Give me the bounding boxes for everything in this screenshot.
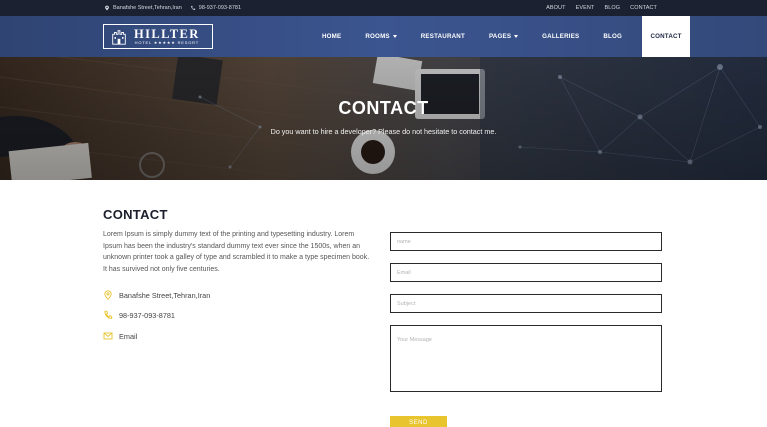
phone-icon [190,5,195,10]
send-button[interactable]: SEND [390,416,447,427]
castle-logo-icon [112,29,126,45]
caret-down-icon [514,35,519,38]
top-phone-text: 98-937-093-8781 [198,5,241,11]
envelope-icon [103,332,113,340]
top-link-event[interactable]: EVENT [576,5,595,11]
location-pin-icon [105,5,109,11]
nav-item-galleries[interactable]: GALLERIES [530,16,591,57]
message-placeholder: Your Message [397,337,432,343]
name-input[interactable]: name [390,232,662,251]
nav-item-home[interactable]: HOME [310,16,353,57]
hero-title: CONTACT [338,98,429,118]
location-pin-icon [104,290,112,300]
main-menu: HOME ROOMS RESTAURANT PAGES GALLERIES BL… [310,16,691,57]
brand-logo[interactable]: HILLTER HOTEL ★★★★★ RESORT [103,24,213,49]
contact-address-row: Banafshe Street,Tehran,Iran [103,290,210,300]
top-bar: Banafshe Street,Tehran,Iran 98-937-093-8… [0,0,767,16]
contact-email-row: Email [103,331,137,341]
contact-phone-row: 98-937-093-8781 [103,310,175,320]
email-input[interactable]: Email [390,263,662,282]
nav-item-label: PAGES [488,33,512,40]
name-placeholder: name [397,238,411,245]
nav-item-rooms[interactable]: ROOMS [353,16,408,57]
top-phone: 98-937-093-8781 [190,5,241,11]
nav-item-contact[interactable]: CONTACT [642,16,691,57]
contact-description: Lorem Ipsum is simply dummy text of the … [103,231,370,273]
top-contact-info: Banafshe Street,Tehran,Iran 98-937-093-8… [104,0,241,16]
hero-banner: CONTACT Do you want to hire a developer?… [0,57,767,180]
contact-email-text[interactable]: Email [119,332,137,341]
nav-item-label: BLOG [603,33,623,40]
subject-input[interactable]: Subject [390,294,662,313]
contact-heading: CONTACT [103,207,168,222]
nav-item-label: RESTAURANT [420,33,465,40]
contact-address-text: Banafshe Street,Tehran,Iran [119,290,211,300]
nav-item-blog[interactable]: BLOG [591,16,634,57]
nav-item-label: GALLERIES [542,33,580,40]
nav-item-restaurant[interactable]: RESTAURANT [409,16,477,57]
top-link-blog[interactable]: BLOG [604,5,620,11]
subject-placeholder: Subject [397,300,416,307]
top-links: ABOUT EVENT BLOG CONTACT [546,0,657,16]
brand-name: HILLTER [134,26,200,41]
email-placeholder: Email [397,269,411,276]
top-address-text: Banafshe Street,Tehran,Iran [113,5,182,11]
brand-tagline: HOTEL ★★★★★ RESORT [134,39,199,45]
top-link-contact[interactable]: CONTACT [630,5,657,11]
nav-item-label: CONTACT [650,33,682,40]
nav-item-label: ROOMS [365,33,390,40]
nav-item-pages[interactable]: PAGES [477,16,530,57]
main-navbar: HILLTER HOTEL ★★★★★ RESORT HOME ROOMS RE… [0,16,767,57]
top-link-about[interactable]: ABOUT [546,5,565,11]
contact-phone-text: 98-937-093-8781 [119,310,175,320]
caret-down-icon [392,35,397,38]
hero-subtitle: Do you want to hire a developer? Please … [270,127,497,136]
message-textarea[interactable]: Your Message [390,325,662,392]
phone-icon [104,310,113,319]
top-address: Banafshe Street,Tehran,Iran [104,5,182,11]
nav-item-label: HOME [322,33,342,40]
